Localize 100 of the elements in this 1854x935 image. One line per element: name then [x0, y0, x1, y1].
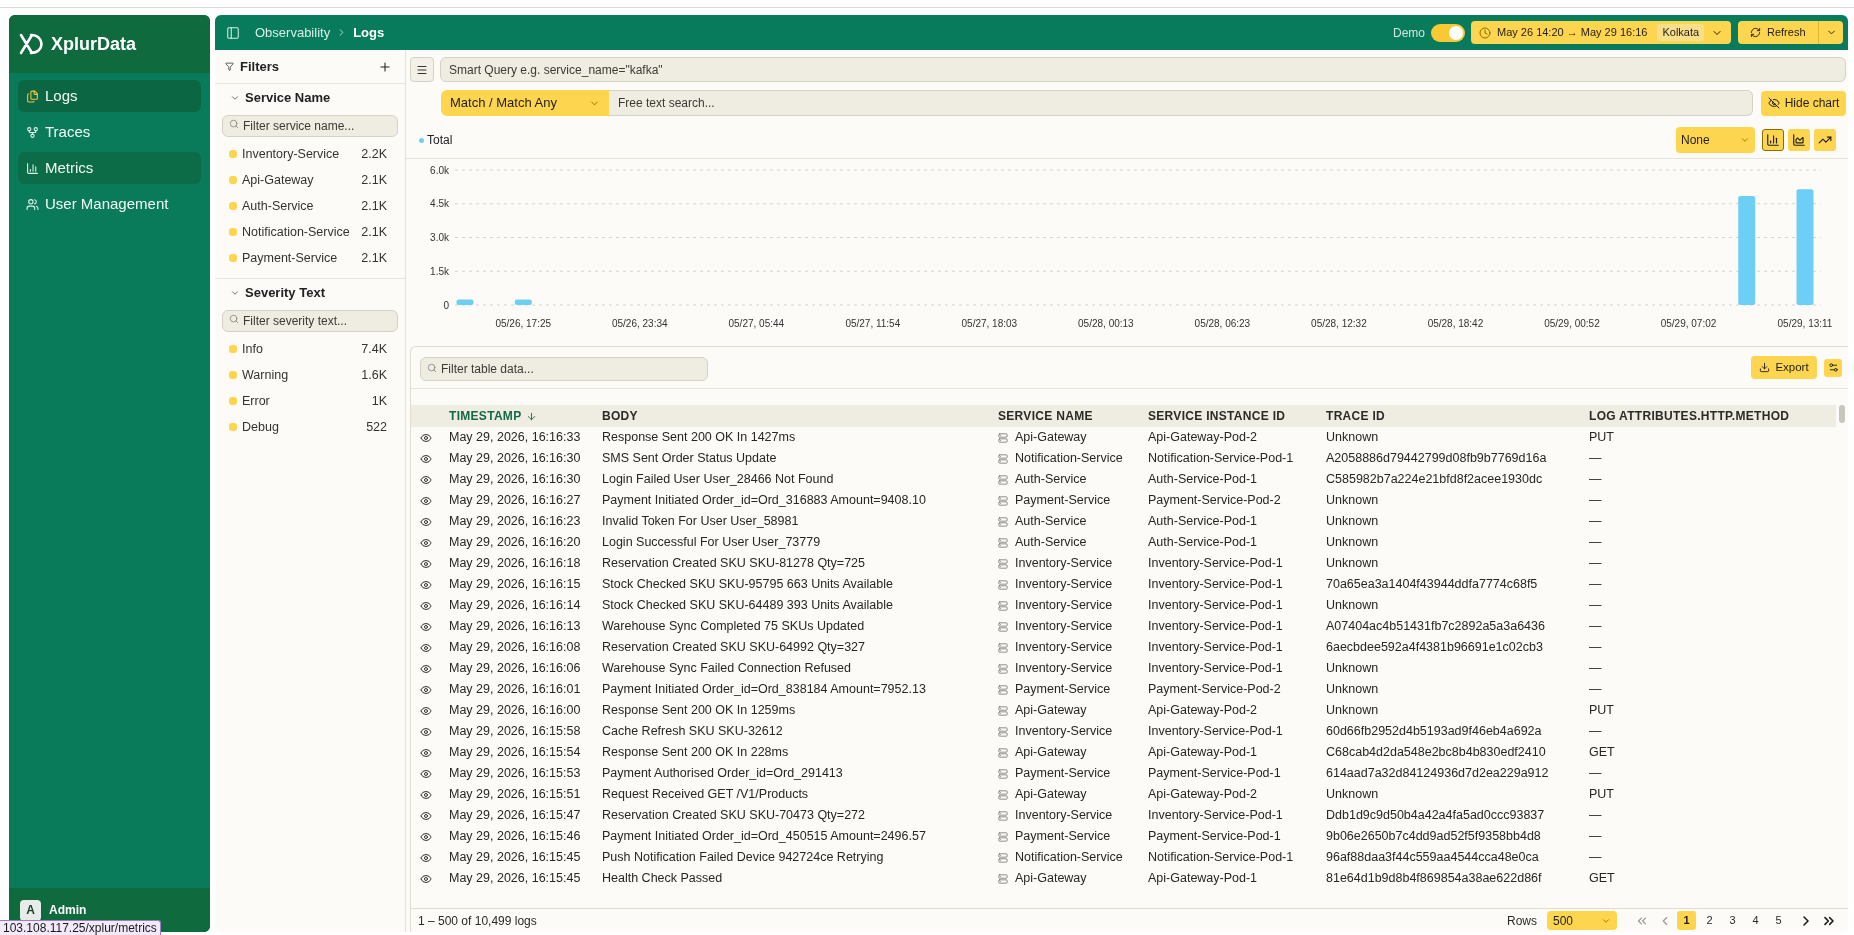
rows-per-page-select[interactable]: 500 — [1547, 911, 1617, 930]
eye-icon[interactable] — [420, 872, 432, 885]
eye-icon[interactable] — [420, 851, 432, 864]
table-cell-text: Unknown — [1325, 702, 1380, 720]
facet-label[interactable]: Info — [242, 339, 263, 359]
plus-icon — [378, 59, 392, 74]
table-cell-text: Api-Gateway — [1015, 870, 1087, 888]
eye-icon[interactable] — [420, 578, 432, 591]
facet-count: 7.4K — [361, 340, 387, 358]
table-cell-text: May 29, 2026, 16:15:45 — [448, 849, 582, 867]
x-tick-label: 05/29, 07:02 — [1660, 318, 1717, 329]
eye-icon[interactable] — [420, 452, 432, 465]
page-button[interactable]: 5 — [1769, 911, 1788, 930]
breadcrumb-link[interactable]: Observability — [255, 22, 331, 43]
table-cell-text: Payment Initiated Order_id=Ord_316883 Amount=9408.10 — [601, 492, 927, 510]
eye-icon[interactable] — [420, 494, 432, 507]
table-cell-text: Payment-Service — [1015, 492, 1111, 510]
avatar: A — [20, 899, 41, 921]
footer-summary: 1 – 500 of 10,499 logs — [418, 912, 537, 930]
section-toggle[interactable]: Service Name — [215, 84, 405, 111]
eye-icon[interactable] — [420, 767, 432, 780]
column-header[interactable]: BODY — [594, 405, 990, 427]
table-filter-input[interactable]: Filter table data... — [420, 356, 708, 381]
nav-item[interactable]: Traces — [18, 116, 201, 148]
eye-icon[interactable] — [420, 662, 432, 675]
hide-chart-button[interactable]: Hide chart — [1761, 90, 1846, 116]
table-cell-text: Inventory-Service — [1015, 660, 1113, 678]
fork-icon — [26, 125, 39, 139]
table-cell-text: Auth-Service-Pod-1 — [1147, 513, 1259, 531]
table-cell-text: 70a65ea3a1404f43944ddfa7774c68f5 — [1325, 576, 1539, 594]
facet-label[interactable]: Error — [242, 391, 270, 411]
demo-switch[interactable] — [1431, 23, 1465, 42]
column-header[interactable]: LOG ATTRIBUTES.HTTP.METHOD — [1581, 405, 1836, 427]
nav-item[interactable]: Logs — [18, 80, 201, 112]
column-header[interactable]: SERVICE INSTANCE ID — [1140, 405, 1318, 427]
facet-label[interactable]: Notification-Service — [242, 222, 350, 242]
eye-icon[interactable] — [420, 515, 432, 528]
facet-label[interactable]: Api-Gateway — [242, 170, 314, 190]
eye-icon[interactable] — [420, 431, 432, 444]
settings-button[interactable] — [1824, 358, 1842, 377]
smart-query-input[interactable]: Smart Query e.g. service_name="kafka" — [440, 57, 1846, 82]
server-icon — [998, 831, 1008, 842]
column-header[interactable]: TRACE ID — [1318, 405, 1581, 427]
table-cell-text: Stock Checked SKU SKU-64489 393 Units Available — [601, 597, 894, 615]
table-cell-text: May 29, 2026, 16:16:27 — [448, 492, 582, 510]
page-button[interactable]: 1 — [1677, 911, 1696, 930]
eye-icon[interactable] — [420, 557, 432, 570]
free-text-input[interactable]: Free text search... — [609, 90, 1753, 116]
eye-icon[interactable] — [420, 620, 432, 633]
filter-input[interactable]: Filter severity text... — [222, 310, 398, 332]
eye-icon[interactable] — [420, 704, 432, 717]
time-range-button[interactable]: May 26 14:20 → May 29 16:16 Kolkata — [1471, 21, 1731, 44]
table-cell-text: — — [1588, 513, 1603, 531]
facet-label[interactable]: Warning — [242, 365, 289, 385]
eye-icon[interactable] — [420, 725, 432, 738]
eye-icon[interactable] — [420, 746, 432, 759]
table-cell-text: Unknown — [1325, 786, 1380, 804]
page-button[interactable]: 2 — [1700, 911, 1719, 930]
filter-input[interactable]: Filter service name... — [222, 115, 398, 137]
table-cell-text: May 29, 2026, 16:15:51 — [448, 786, 582, 804]
page-button[interactable]: 4 — [1746, 911, 1765, 930]
eye-icon[interactable] — [420, 830, 432, 843]
nav-item[interactable]: Metrics — [18, 152, 201, 184]
eye-icon[interactable] — [420, 599, 432, 612]
nav-item[interactable]: User Management — [18, 188, 201, 220]
facet-label[interactable]: Payment-Service — [242, 248, 338, 268]
chart-type-button[interactable] — [1788, 129, 1810, 151]
chart-type-button[interactable] — [1762, 129, 1784, 151]
match-mode-select[interactable]: Match / Match Any — [441, 90, 609, 116]
eye-icon[interactable] — [420, 473, 432, 486]
chart-type-button[interactable] — [1814, 129, 1836, 151]
menu-button[interactable] — [410, 57, 434, 82]
export-button[interactable]: Export — [1751, 356, 1817, 379]
eye-icon[interactable] — [420, 683, 432, 696]
eye-icon[interactable] — [420, 641, 432, 654]
column-header[interactable]: TIMESTAMP — [441, 405, 594, 427]
sidebar-toggle-button[interactable] — [225, 24, 241, 41]
eye-icon[interactable] — [420, 788, 432, 801]
scrollbar[interactable] — [1839, 405, 1845, 423]
group-by-select[interactable]: None — [1676, 127, 1755, 153]
table-cell-text: SMS Sent Order Status Update — [601, 450, 778, 468]
facet-label[interactable]: Inventory-Service — [242, 144, 340, 164]
eye-icon[interactable] — [420, 809, 432, 822]
x-tick-label: 05/27, 05:44 — [728, 318, 785, 329]
table-cell-text: Inventory-Service-Pod-1 — [1147, 555, 1284, 573]
add-filter-button[interactable] — [378, 59, 392, 74]
table-cell-text: Response Sent 200 OK In 1427ms — [601, 429, 797, 447]
table-cell-text: May 29, 2026, 16:15:47 — [448, 807, 582, 825]
table-cell-text: Payment-Service — [1015, 765, 1111, 783]
facet-label[interactable]: Auth-Service — [242, 196, 314, 216]
table-cell-text: Inventory-Service — [1015, 807, 1113, 825]
refresh-button[interactable]: Refresh — [1738, 21, 1818, 44]
page-button[interactable]: 3 — [1723, 911, 1742, 930]
table-cell-text: Reservation Created SKU SKU-70473 Qty=272 — [601, 807, 866, 825]
column-header[interactable]: SERVICE NAME — [990, 405, 1140, 427]
eye-icon[interactable] — [420, 536, 432, 549]
facet-label[interactable]: Debug — [242, 417, 279, 437]
server-icon — [998, 579, 1008, 590]
table-cell-text: Unknown — [1325, 555, 1380, 573]
section-toggle[interactable]: Severity Text — [215, 279, 405, 306]
